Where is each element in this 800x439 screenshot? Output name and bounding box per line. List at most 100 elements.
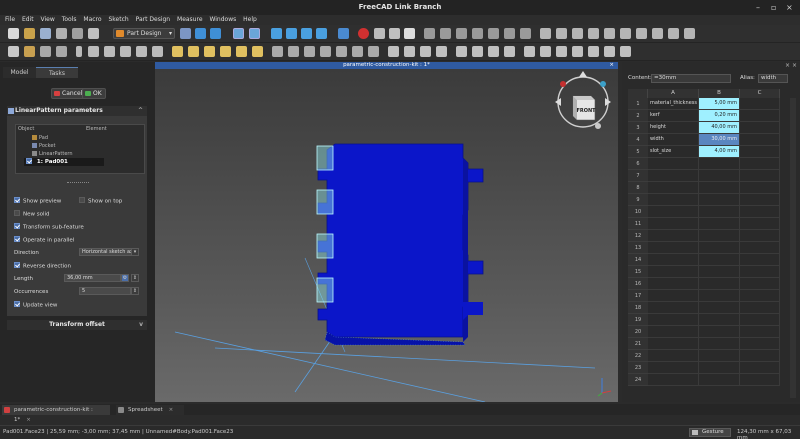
cell-c[interactable] [740, 134, 780, 146]
revolution-icon[interactable] [188, 46, 199, 57]
record-macro-icon[interactable] [358, 28, 369, 39]
measure-toggle-icon[interactable] [588, 28, 599, 39]
occurrences-input[interactable]: 5 [79, 287, 131, 295]
workbench-selector[interactable]: Part Design ▾ [113, 28, 175, 39]
row-header[interactable]: 12 [628, 230, 648, 242]
view-bottom-icon[interactable] [504, 28, 515, 39]
row-header[interactable]: 5 [628, 146, 648, 158]
cell-c[interactable] [740, 158, 780, 170]
fit-selection-icon[interactable] [210, 28, 221, 39]
menu-help[interactable]: Help [243, 15, 257, 25]
loft-icon[interactable] [204, 46, 215, 57]
row-header[interactable]: 2 [628, 110, 648, 122]
draft-icon[interactable] [488, 46, 499, 57]
cell-a[interactable] [648, 182, 699, 194]
cell-c[interactable] [740, 350, 780, 362]
cell-a[interactable] [648, 362, 699, 374]
pipe-icon[interactable] [220, 46, 231, 57]
validate-sketch-icon[interactable] [40, 46, 51, 57]
cell-c[interactable] [740, 314, 780, 326]
cell-b[interactable]: 40,00 mm [699, 122, 740, 134]
fillet-icon[interactable] [456, 46, 467, 57]
row-header[interactable]: 18 [628, 302, 648, 314]
chevron-down-icon[interactable]: ▾ [131, 248, 139, 256]
minimize-icon[interactable]: – [756, 3, 760, 12]
create-body-icon[interactable] [8, 46, 19, 57]
vertical-scrollbar[interactable] [790, 98, 796, 398]
selected-list-item[interactable]: 1: Pad001 [24, 157, 104, 166]
pad-icon[interactable] [172, 46, 183, 57]
nav-up-icon[interactable] [579, 71, 587, 77]
cell-a[interactable] [648, 158, 699, 170]
cell-a[interactable] [648, 302, 699, 314]
cell-c[interactable] [740, 362, 780, 374]
nav-rotate-left-icon[interactable] [560, 81, 566, 87]
row-header[interactable]: 13 [628, 242, 648, 254]
row-header[interactable]: 19 [628, 314, 648, 326]
menu-part-design[interactable]: Part Design [136, 15, 170, 25]
mirrored-icon[interactable] [388, 46, 399, 57]
cell-a[interactable] [648, 278, 699, 290]
back-arrow-icon[interactable] [271, 28, 282, 39]
subtractive-pipe-icon[interactable] [336, 46, 347, 57]
clone-icon[interactable] [152, 46, 163, 57]
cell-c[interactable] [740, 170, 780, 182]
cell-b[interactable] [699, 158, 740, 170]
maximize-icon[interactable]: ▫ [771, 3, 776, 12]
splitter-handle[interactable] [67, 182, 89, 183]
list-item-pad[interactable]: Pad [32, 135, 48, 141]
row-header[interactable]: 9 [628, 194, 648, 206]
new-solid-option[interactable]: New solid [14, 210, 50, 219]
cell-a[interactable] [648, 350, 699, 362]
subtractive-helix-icon[interactable] [352, 46, 363, 57]
menu-measure[interactable]: Measure [177, 15, 203, 25]
cell-c[interactable] [740, 266, 780, 278]
bool-fragment-icon[interactable] [620, 46, 631, 57]
cell-b[interactable] [699, 254, 740, 266]
draw-style-icon[interactable] [233, 28, 244, 39]
cell-a[interactable]: kerf [648, 110, 699, 122]
transform-subfeature-checkbox[interactable] [14, 223, 20, 229]
pocket-icon[interactable] [272, 46, 283, 57]
close-tab-icon[interactable]: × [169, 407, 174, 413]
menu-macro[interactable]: Macro [83, 15, 101, 25]
ok-button[interactable]: OK [82, 88, 106, 99]
cell-b[interactable]: 5,00 mm [699, 98, 740, 110]
measure-all-icon[interactable] [636, 28, 647, 39]
params-header[interactable]: LinearPattern parameters ^ [7, 106, 147, 116]
row-header[interactable]: 1 [628, 98, 648, 110]
row-header[interactable]: 22 [628, 350, 648, 362]
list-item-linear-pattern[interactable]: LinearPattern [32, 151, 73, 157]
cell-c[interactable] [740, 278, 780, 290]
row-header[interactable]: 15 [628, 266, 648, 278]
subtractive-loft-icon[interactable] [320, 46, 331, 57]
view-left-icon[interactable] [520, 28, 531, 39]
subtractive-primitive-icon[interactable] [368, 46, 379, 57]
cell-b[interactable] [699, 206, 740, 218]
row-header[interactable]: 4 [628, 134, 648, 146]
cell-a[interactable]: height [648, 122, 699, 134]
model-viewport[interactable]: FRONT [155, 62, 618, 402]
view-right-icon[interactable] [472, 28, 483, 39]
cell-a[interactable] [648, 374, 699, 386]
row-header[interactable]: 21 [628, 338, 648, 350]
feature-checkbox[interactable] [26, 157, 32, 164]
bool-common-icon[interactable] [572, 46, 583, 57]
map-sketch-icon[interactable] [56, 46, 67, 57]
alias-input[interactable]: width [758, 74, 788, 83]
row-header[interactable]: 7 [628, 170, 648, 182]
operate-parallel-option[interactable]: Operate in parallel [14, 236, 74, 245]
local-cs-icon[interactable] [120, 46, 131, 57]
cell-a[interactable]: material_thickness [648, 98, 699, 110]
cut-icon[interactable] [56, 28, 67, 39]
new-solid-checkbox[interactable] [14, 210, 20, 216]
refresh-icon[interactable] [180, 28, 191, 39]
cell-b[interactable] [699, 182, 740, 194]
navigation-cube[interactable]: FRONT [555, 71, 611, 129]
transform-subfeature-option[interactable]: Transform sub-feature [14, 223, 84, 232]
cell-c[interactable] [740, 230, 780, 242]
row-header[interactable]: 6 [628, 158, 648, 170]
close-tab-icon[interactable]: × [26, 417, 31, 423]
up-arrow-icon[interactable] [301, 28, 312, 39]
polar-pattern-icon[interactable] [420, 46, 431, 57]
